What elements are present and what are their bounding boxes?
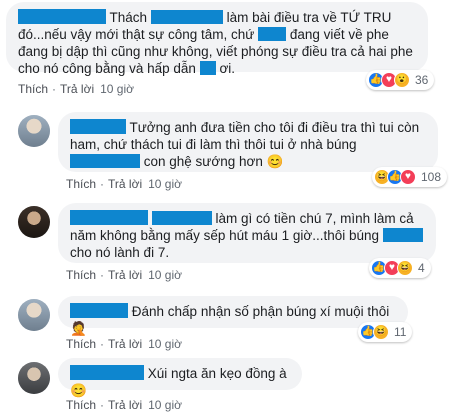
- reaction-summary[interactable]: 👍 ♥ 😮 36: [366, 70, 435, 90]
- reply-link[interactable]: Trả lời: [108, 177, 142, 191]
- redacted-text: [151, 211, 212, 225]
- reply-link[interactable]: Trả lời: [108, 398, 142, 412]
- comment-actions: Thích · Trả lời 10 giờ: [66, 177, 182, 191]
- comment-text: làm gì có tiền chú 7, mình làm cả năm kh…: [70, 210, 424, 261]
- redacted-text: [258, 27, 287, 41]
- comment-text: Thách làm bài điều tra về TỨ TRU đó...nế…: [18, 9, 413, 76]
- comment-text: Tưởng anh đưa tiền cho tôi đi điều tra t…: [70, 119, 420, 169]
- reaction-count: 11: [394, 325, 407, 339]
- comment-bubble: làm gì có tiền chú 7, mình làm cả năm kh…: [58, 203, 436, 263]
- timestamp[interactable]: 10 giờ: [148, 337, 182, 351]
- like-link[interactable]: Thích: [66, 268, 96, 282]
- comment-actions: Thích · Trả lời 10 giờ: [66, 268, 182, 282]
- redacted-text: [70, 154, 140, 168]
- redacted-name: [70, 119, 126, 134]
- reply-link[interactable]: Trả lời: [108, 268, 142, 282]
- reply-link[interactable]: Trả lời: [60, 82, 94, 96]
- haha-icon: 😆: [373, 324, 389, 340]
- comment-bubble: Thách làm bài điều tra về TỨ TRU đó...nế…: [6, 2, 428, 76]
- comment-actions: Thích · Trả lời 10 giờ: [66, 398, 182, 412]
- like-link[interactable]: Thích: [66, 177, 96, 191]
- avatar[interactable]: [18, 299, 50, 331]
- comment-actions: Thích · Trả lời 10 giờ: [18, 82, 134, 96]
- reaction-count: 4: [418, 261, 425, 275]
- redacted-name: [70, 210, 148, 225]
- comment-bubble: Tưởng anh đưa tiền cho tôi đi điều tra t…: [58, 112, 438, 172]
- redacted-text: [382, 228, 423, 242]
- comment-text: Xúi ngta ăn kẹo đồng à 😊: [70, 365, 287, 398]
- comment-actions: Thích · Trả lời 10 giờ: [66, 337, 182, 351]
- reaction-summary[interactable]: 👍 😆 11: [358, 322, 413, 342]
- redacted-name: [18, 9, 106, 24]
- comment-bubble: Đánh chấp nhận số phận búng xí muội thôi…: [58, 296, 408, 336]
- avatar[interactable]: [18, 115, 50, 147]
- reaction-count: 108: [421, 170, 442, 184]
- comment-bubble: Xúi ngta ăn kẹo đồng à 😊: [58, 358, 302, 398]
- wow-icon: 😮: [394, 72, 410, 88]
- avatar[interactable]: [18, 362, 50, 394]
- love-icon: ♥: [400, 169, 416, 185]
- timestamp[interactable]: 10 giờ: [100, 82, 134, 96]
- reaction-summary[interactable]: 👍 ♥ 😆 4: [369, 258, 431, 278]
- reply-link[interactable]: Trả lời: [108, 337, 142, 351]
- redacted-text: [150, 10, 223, 24]
- reaction-count: 36: [415, 73, 429, 87]
- reaction-summary[interactable]: 😆 👍 ♥ 108: [372, 167, 448, 187]
- redacted-name: [70, 303, 128, 318]
- avatar[interactable]: [18, 206, 50, 238]
- timestamp[interactable]: 10 giờ: [148, 177, 182, 191]
- comment-thread: Thách làm bài điều tra về TỨ TRU đó...nế…: [0, 0, 462, 412]
- redacted-text: [199, 61, 216, 75]
- like-link[interactable]: Thích: [18, 82, 48, 96]
- comment-text: Đánh chấp nhận số phận búng xí muội thôi…: [70, 303, 390, 336]
- timestamp[interactable]: 10 giờ: [148, 268, 182, 282]
- redacted-name: [70, 365, 144, 380]
- timestamp[interactable]: 10 giờ: [148, 398, 182, 412]
- haha-icon: 😆: [397, 260, 413, 276]
- like-link[interactable]: Thích: [66, 398, 96, 412]
- like-link[interactable]: Thích: [66, 337, 96, 351]
